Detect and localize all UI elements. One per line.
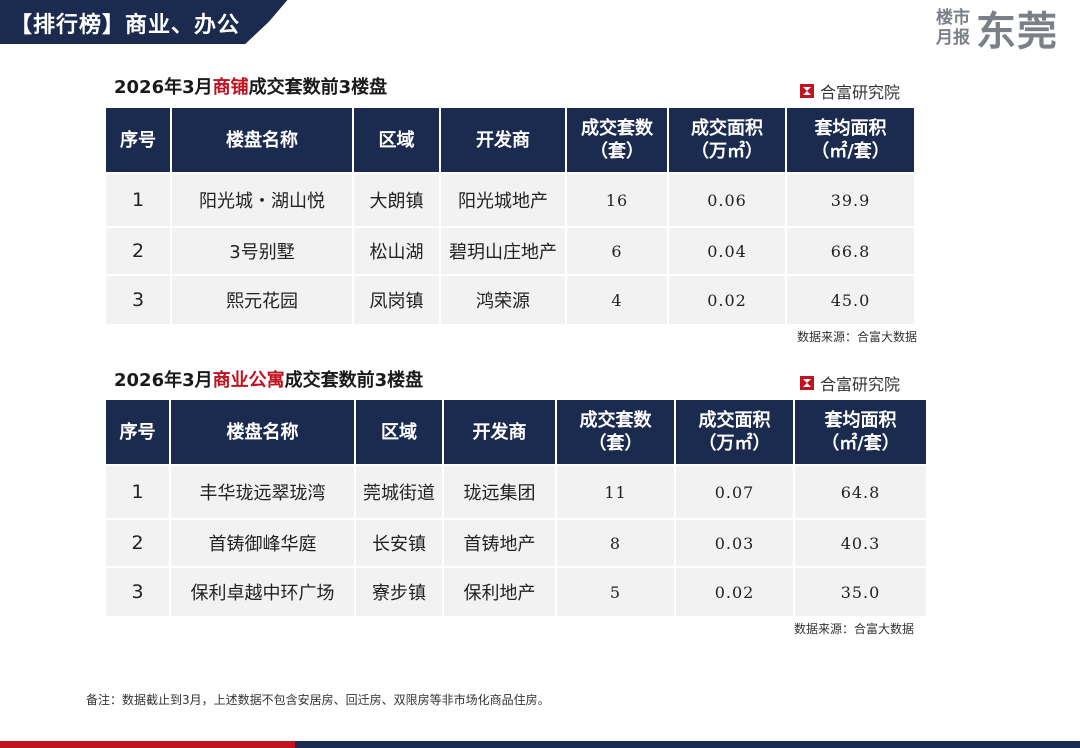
section2-table: 序号 楼盘名称 区域 开发商 成交套数 （套） 成交面积 （万㎡） 套均面积 （㎡/套） 1…	[104, 398, 928, 618]
brand-city: 东莞	[976, 9, 1058, 55]
column-header: 套均面积 （㎡/套）	[785, 106, 916, 174]
brand-small-1: 楼市	[936, 8, 970, 28]
table-cell: 大朗镇	[352, 172, 441, 228]
table-cell: 0.06	[667, 172, 787, 228]
column-header: 楼盘名称	[170, 106, 354, 174]
table-cell: 首铸御峰华庭	[169, 518, 356, 568]
column-header: 开发商	[439, 106, 567, 174]
table-row: 2 3号别墅 松山湖 碧玥山庄地产 6 0.04 66.8	[104, 226, 916, 276]
table-cell: 35.0	[793, 566, 928, 618]
table-cell: 丰华珑远翠珑湾	[169, 464, 356, 520]
table-cell: 8	[555, 518, 676, 568]
table-cell: 熙元花园	[170, 274, 354, 326]
column-header: 楼盘名称	[169, 398, 356, 466]
table-cell: 长安镇	[354, 518, 444, 568]
table-cell: 首铸地产	[442, 518, 557, 568]
section1-title-post: 成交套数前3楼盘	[248, 77, 388, 98]
section2-title-pre: 2026年3月	[114, 370, 213, 391]
section2-title: 2026年3月商业公寓成交套数前3楼盘	[114, 366, 423, 392]
table-cell: 莞城街道	[354, 464, 444, 520]
column-header: 序号	[104, 106, 172, 174]
brand-small-text: 楼市 月报	[936, 8, 970, 48]
table-cell: 3号别墅	[170, 226, 354, 276]
table-cell: 鸿荣源	[439, 274, 567, 326]
section2-title-post: 成交套数前3楼盘	[284, 370, 424, 391]
table-cell: 4	[565, 274, 669, 326]
table-cell: 凤岗镇	[352, 274, 441, 326]
hefu-logo-icon	[800, 84, 814, 98]
page-title: 【排行榜】商业、办公	[10, 13, 241, 38]
table-row: 2 首铸御峰华庭 长安镇 首铸地产 8 0.03 40.3	[104, 518, 928, 568]
table-cell: 0.02	[674, 566, 795, 618]
table-cell: 松山湖	[352, 226, 441, 276]
table-cell: 3	[104, 274, 172, 326]
table-cell: 0.03	[674, 518, 795, 568]
hefu-logo-icon	[800, 376, 814, 390]
column-header: 套均面积 （㎡/套）	[793, 398, 928, 466]
table-cell: 64.8	[793, 464, 928, 520]
table-row: 1 阳光城・湖山悦 大朗镇 阳光城地产 16 0.06 39.9	[104, 172, 916, 228]
table-cell: 碧玥山庄地产	[439, 226, 567, 276]
section1-title: 2026年3月商铺成交套数前3楼盘	[114, 73, 387, 99]
section1-title-pre: 2026年3月	[114, 77, 213, 98]
table-cell: 39.9	[785, 172, 916, 228]
section2-institute-label: 合富研究院	[820, 375, 901, 394]
table-cell: 0.07	[674, 464, 795, 520]
table-cell: 0.02	[667, 274, 787, 326]
column-header: 区域	[354, 398, 444, 466]
section1-table: 序号 楼盘名称 区域 开发商 成交套数 （套） 成交面积 （万㎡） 套均面积 （㎡/套） 1…	[104, 106, 916, 326]
table-header-row: 序号 楼盘名称 区域 开发商 成交套数 （套） 成交面积 （万㎡） 套均面积 （㎡/套）	[104, 398, 928, 466]
table-row: 3 保利卓越中环广场 寮步镇 保利地产 5 0.02 35.0	[104, 566, 928, 618]
column-header: 成交面积 （万㎡）	[674, 398, 795, 466]
table-cell: 2	[104, 226, 172, 276]
column-header: 成交套数 （套）	[555, 398, 676, 466]
table-cell: 3	[104, 566, 171, 618]
table-cell: 珑远集团	[442, 464, 557, 520]
section2-title-highlight: 商业公寓	[212, 370, 285, 391]
table-cell: 40.3	[793, 518, 928, 568]
table-cell: 保利地产	[442, 566, 557, 618]
section1-institute-label: 合富研究院	[820, 83, 901, 102]
section1-institute: 合富研究院	[800, 79, 900, 103]
table-cell: 寮步镇	[354, 566, 444, 618]
section2-institute: 合富研究院	[800, 371, 900, 395]
table-row: 3 熙元花园 凤岗镇 鸿荣源 4 0.02 45.0	[104, 274, 916, 326]
table-cell: 45.0	[785, 274, 916, 326]
column-header: 开发商	[442, 398, 557, 466]
footer-accent	[0, 741, 295, 748]
table-cell: 阳光城・湖山悦	[170, 172, 354, 228]
table-cell: 6	[565, 226, 669, 276]
table-cell: 66.8	[785, 226, 916, 276]
table-header-row: 序号 楼盘名称 区域 开发商 成交套数 （套） 成交面积 （万㎡） 套均面积 （㎡/套）	[104, 106, 916, 174]
table-cell: 11	[555, 464, 676, 520]
column-header: 区域	[352, 106, 441, 174]
table-cell: 16	[565, 172, 669, 228]
column-header: 成交面积 （万㎡）	[667, 106, 787, 174]
brand-small-2: 月报	[936, 28, 970, 48]
brand-logo: 楼市 月报 东莞	[936, 6, 1058, 55]
table-cell: 0.04	[667, 226, 787, 276]
section1-title-highlight: 商铺	[212, 77, 249, 98]
section2-source: 数据来源：合富大数据	[794, 622, 915, 636]
table-cell: 5	[555, 566, 676, 618]
column-header: 成交套数 （套）	[565, 106, 669, 174]
footnote: 备注：数据截止到3月，上述数据不包含安居房、回迁房、双限房等非市场化商品住房。	[86, 693, 550, 707]
table-cell: 阳光城地产	[439, 172, 567, 228]
table-cell: 1	[104, 172, 172, 228]
column-header: 序号	[104, 398, 171, 466]
table-cell: 1	[104, 464, 171, 520]
section1-source: 数据来源：合富大数据	[797, 330, 918, 344]
table-cell: 保利卓越中环广场	[169, 566, 356, 618]
table-row: 1 丰华珑远翠珑湾 莞城街道 珑远集团 11 0.07 64.8	[104, 464, 928, 520]
table-cell: 2	[104, 518, 171, 568]
